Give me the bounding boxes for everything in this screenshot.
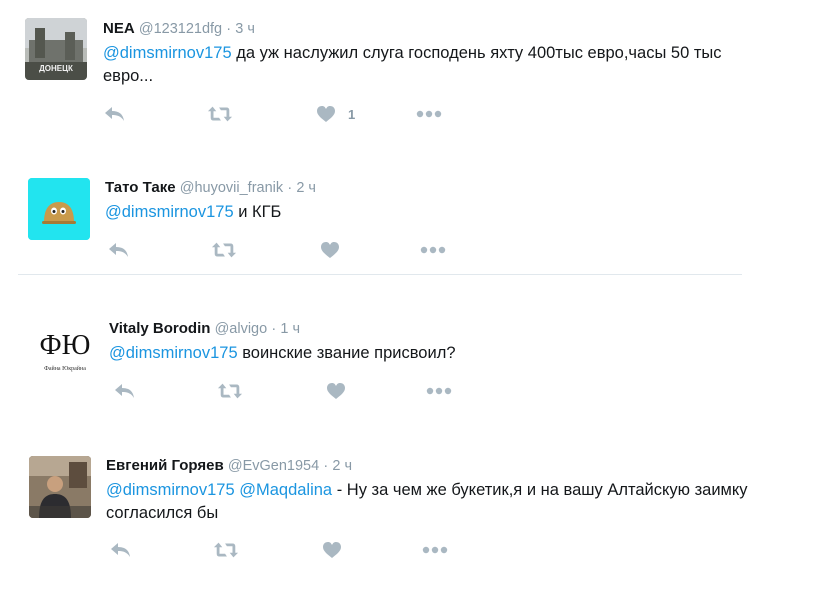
tweet: Евгений Горяев @EvGen1954 · 2 ч @dimsmir… [0, 0, 760, 593]
separator: · [323, 458, 329, 474]
retweet-icon [213, 542, 239, 558]
avatar[interactable] [29, 456, 91, 518]
avatar-image [29, 456, 91, 518]
user-name[interactable]: Евгений Горяев [106, 457, 224, 474]
tweet-actions [109, 540, 469, 560]
more-button[interactable] [422, 540, 448, 560]
timestamp[interactable]: 2 ч [332, 458, 352, 474]
mention-link[interactable]: @dimsmirnov175 [106, 481, 235, 499]
like-icon [323, 542, 341, 558]
retweet-button[interactable] [213, 540, 239, 560]
like-button[interactable] [322, 540, 348, 560]
more-icon [422, 546, 448, 554]
tweet-header: Евгений Горяев @EvGen1954 · 2 ч [106, 457, 352, 475]
user-handle[interactable]: @EvGen1954 [228, 458, 319, 474]
mention-link[interactable]: @Maqdalina [239, 481, 332, 499]
reply-icon [111, 543, 130, 557]
tweet-text: @dimsmirnov175 @Maqdalina - Ну за чем же… [106, 479, 774, 525]
reply-button[interactable] [109, 540, 135, 560]
